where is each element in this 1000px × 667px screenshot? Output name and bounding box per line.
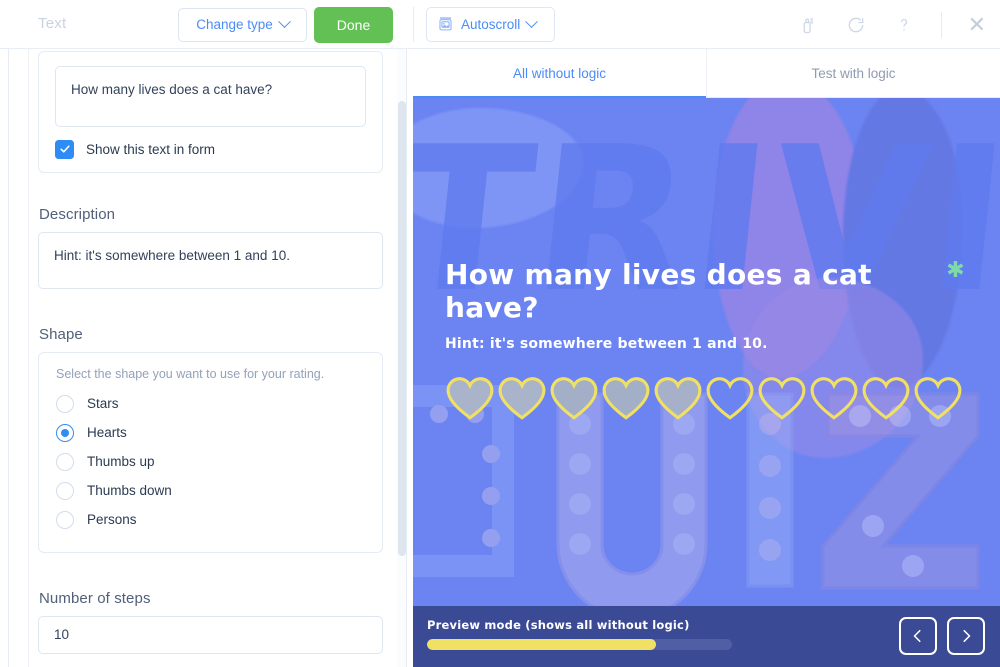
- app-root: Text Change type Done Autoscroll ✕ How m…: [0, 0, 1000, 667]
- shape-option-label: Hearts: [87, 425, 127, 440]
- rating-heart-7[interactable]: [757, 376, 807, 422]
- change-type-label: Change type: [196, 17, 273, 32]
- radio-icon-selected[interactable]: [56, 423, 74, 442]
- preview-panel: All without logic Test with logic TRIVI: [413, 49, 1000, 667]
- rating-heart-8[interactable]: [809, 376, 859, 422]
- show-text-in-form-label: Show this text in form: [86, 141, 216, 157]
- top-toolbar: Text Change type Done Autoscroll ✕: [0, 0, 1000, 49]
- tab-label: Test with logic: [811, 65, 896, 81]
- progress-bar-fill: [427, 639, 656, 650]
- done-button[interactable]: Done: [314, 6, 393, 43]
- radio-icon[interactable]: [56, 481, 74, 500]
- rating-heart-6[interactable]: [705, 376, 755, 422]
- question-card: How many lives does a cat have? Show thi…: [38, 51, 383, 173]
- panel-inner-rule: [28, 49, 29, 667]
- radio-icon[interactable]: [56, 452, 74, 471]
- steps-input[interactable]: 10: [39, 617, 382, 654]
- shape-option-thumbs-up[interactable]: Thumbs up: [39, 447, 382, 476]
- toolbar-divider: [413, 7, 414, 42]
- preview-tabs: All without logic Test with logic: [413, 49, 1000, 98]
- question-mark-icon[interactable]: [893, 14, 915, 36]
- shape-hint: Select the shape you want to use for you…: [56, 367, 325, 381]
- spray-device-icon[interactable]: [797, 14, 819, 36]
- shape-option-stars[interactable]: Stars: [39, 389, 382, 418]
- shape-option-hearts[interactable]: Hearts: [39, 418, 382, 447]
- chevron-right-icon: [963, 629, 971, 643]
- shape-option-persons[interactable]: Persons: [39, 505, 382, 534]
- rating-heart-1[interactable]: [445, 376, 495, 422]
- preview-question-title-row: How many lives does a cat have? ✱: [445, 258, 965, 324]
- settings-panel: How many lives does a cat have? Show thi…: [0, 49, 413, 667]
- shape-radio-group: Stars Hearts Thumbs up Thumbs down Perso…: [39, 385, 382, 534]
- checkmark-icon: [59, 145, 70, 153]
- chevron-down-icon: [277, 15, 291, 29]
- radio-icon[interactable]: [56, 510, 74, 529]
- settings-scrollbar-thumb[interactable]: [398, 101, 406, 556]
- tab-test-with-logic[interactable]: Test with logic: [707, 49, 1000, 97]
- required-asterisk-icon: ✱: [946, 258, 965, 283]
- show-text-in-form-checkbox[interactable]: [55, 139, 74, 159]
- tab-all-without-logic[interactable]: All without logic: [413, 49, 707, 98]
- shape-label: Shape: [39, 326, 83, 343]
- left-edge-rule: [8, 49, 9, 667]
- description-label: Description: [39, 206, 116, 223]
- shape-card: Select the shape you want to use for you…: [38, 352, 383, 553]
- rating-heart-5[interactable]: [653, 376, 703, 422]
- question-type-label: Text: [38, 14, 67, 32]
- description-input-wrapper: Hint: it's somewhere between 1 and 10.: [38, 232, 383, 289]
- steps-input-wrapper: 10: [38, 616, 383, 654]
- done-button-label: Done: [336, 16, 371, 33]
- toolbar-left-section: Text Change type Done: [0, 0, 413, 49]
- chevron-down-icon: [525, 15, 539, 29]
- radio-icon[interactable]: [56, 394, 74, 413]
- shape-option-label: Persons: [87, 512, 137, 527]
- preview-question-hint: Hint: it's somewhere between 1 and 10.: [445, 336, 768, 352]
- rating-heart-9[interactable]: [861, 376, 911, 422]
- close-icon[interactable]: ✕: [968, 13, 986, 36]
- shape-option-label: Stars: [87, 396, 119, 411]
- chevron-left-icon: [913, 629, 921, 643]
- preview-question-title: How many lives does a cat have?: [445, 258, 872, 324]
- toolbar-icon-separator: [940, 11, 942, 38]
- preview-footer: Preview mode (shows all without logic): [413, 606, 1000, 667]
- tab-label: All without logic: [512, 65, 607, 81]
- shape-option-label: Thumbs down: [87, 483, 172, 498]
- previous-question-button[interactable]: [899, 617, 937, 655]
- rating-heart-4[interactable]: [601, 376, 651, 422]
- slide-image-icon: [437, 15, 454, 35]
- change-type-button[interactable]: Change type: [178, 7, 307, 42]
- description-input[interactable]: Hint: it's somewhere between 1 and 10.: [39, 233, 382, 280]
- autoscroll-label: Autoscroll: [461, 17, 521, 32]
- show-text-in-form-row[interactable]: Show this text in form: [39, 127, 382, 171]
- preview-mode-label: Preview mode (shows all without logic): [427, 618, 690, 632]
- preview-question-block: How many lives does a cat have? ✱ Hint: …: [445, 258, 965, 422]
- shape-option-label: Thumbs up: [87, 454, 155, 469]
- steps-label: Number of steps: [39, 590, 151, 607]
- next-question-button[interactable]: [947, 617, 985, 655]
- form-preview-stage: TRIVI How many lives does a cat have? ✱ …: [413, 98, 1000, 667]
- panel-split-divider: [406, 49, 407, 667]
- rating-heart-2[interactable]: [497, 376, 547, 422]
- rating-heart-10[interactable]: [913, 376, 963, 422]
- rating-hearts-row: [445, 376, 965, 422]
- shape-option-thumbs-down[interactable]: Thumbs down: [39, 476, 382, 505]
- refresh-icon[interactable]: [845, 14, 867, 36]
- preview-nav-buttons: [899, 617, 985, 655]
- autoscroll-dropdown[interactable]: Autoscroll: [426, 7, 555, 42]
- progress-bar-track: [427, 639, 732, 650]
- toolbar-icon-group: ✕: [797, 0, 986, 49]
- question-input-wrapper: How many lives does a cat have?: [55, 66, 366, 127]
- question-input[interactable]: How many lives does a cat have?: [56, 67, 365, 114]
- rating-heart-3[interactable]: [549, 376, 599, 422]
